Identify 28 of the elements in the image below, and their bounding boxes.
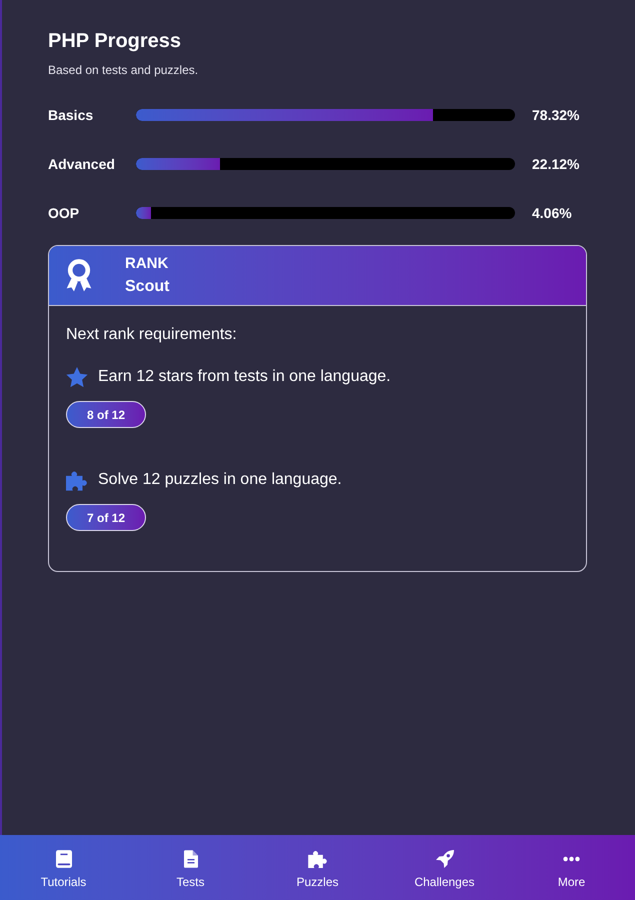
- percentage-text: 22.12%: [532, 154, 580, 174]
- nav-button[interactable]: Puzzles: [254, 835, 381, 900]
- award-ribbon-icon: [65, 259, 93, 292]
- nav-button[interactable]: Tests: [127, 835, 254, 900]
- nav-button[interactable]: Challenges: [381, 835, 508, 900]
- puzzle-piece-icon: [308, 850, 328, 868]
- count-badge: 8 of 12: [66, 401, 146, 428]
- book-icon: [56, 850, 72, 868]
- rocket-icon: [436, 850, 454, 868]
- skill-label: Advanced: [48, 154, 116, 174]
- skill-label: OOP: [48, 204, 80, 222]
- page-subtitle: Based on tests and puzzles.: [48, 62, 200, 78]
- requirements-heading: Next rank requirements:: [66, 325, 238, 345]
- skill-label: Basics: [48, 106, 94, 124]
- page-title: PHP Progress: [48, 29, 182, 54]
- requirement-text: Solve 12 puzzles in one language.: [98, 470, 342, 490]
- percentage-text: 78.32%: [532, 106, 580, 124]
- star-icon: [66, 366, 88, 388]
- rank-name: Scout: [125, 277, 170, 297]
- puzzle-piece-icon: [66, 470, 88, 490]
- rank-heading: RANK: [125, 254, 170, 274]
- requirement-text: Earn 12 stars from tests in one language.: [98, 367, 391, 387]
- more-icon: [563, 856, 580, 862]
- percentage-text: 4.06%: [532, 204, 573, 222]
- nav-button[interactable]: Tutorials: [0, 835, 127, 900]
- nav-button[interactable]: More: [508, 835, 635, 900]
- document-icon: [184, 850, 198, 868]
- count-badge: 7 of 12: [66, 504, 146, 531]
